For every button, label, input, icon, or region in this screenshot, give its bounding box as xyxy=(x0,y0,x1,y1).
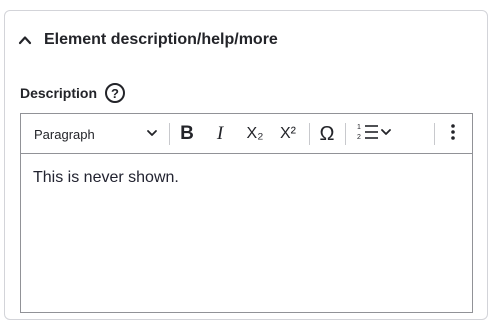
numbered-list-button[interactable]: 1 2 xyxy=(350,121,398,147)
toolbar-separator xyxy=(169,123,170,145)
toolbar-separator xyxy=(309,123,310,145)
bold-button[interactable]: B xyxy=(174,121,200,147)
heading-select-label: Paragraph xyxy=(34,126,95,142)
help-icon[interactable]: ? xyxy=(105,83,126,103)
vertical-dots-icon xyxy=(450,123,456,146)
toolbar-separator xyxy=(345,123,346,145)
italic-button[interactable]: I xyxy=(207,121,233,147)
heading-select[interactable]: Paragraph xyxy=(34,121,158,147)
chevron-up-icon xyxy=(18,33,32,47)
svg-text:2: 2 xyxy=(357,134,361,141)
section-toggle[interactable]: Element description/help/more xyxy=(18,26,278,54)
chevron-down-icon xyxy=(380,125,392,143)
special-characters-button[interactable]: Ω xyxy=(314,121,340,147)
more-tools-button[interactable] xyxy=(441,121,465,147)
description-field-label: Description ? xyxy=(20,83,126,103)
editor-toolbar: Paragraph B I X₂ X² Ω 1 2 xyxy=(21,114,472,154)
toolbar-separator xyxy=(434,123,435,145)
description-label: Description xyxy=(20,85,98,101)
numbered-list-icon: 1 2 xyxy=(356,122,380,147)
subscript-button[interactable]: X₂ xyxy=(240,121,270,147)
editor-content[interactable]: This is never shown. xyxy=(21,154,472,202)
rich-text-editor: Paragraph B I X₂ X² Ω 1 2 This is never … xyxy=(20,113,473,313)
superscript-button[interactable]: X² xyxy=(273,121,303,147)
section-title: Element description/help/more xyxy=(44,31,278,48)
svg-text:1: 1 xyxy=(357,124,361,131)
chevron-down-icon xyxy=(146,127,158,142)
